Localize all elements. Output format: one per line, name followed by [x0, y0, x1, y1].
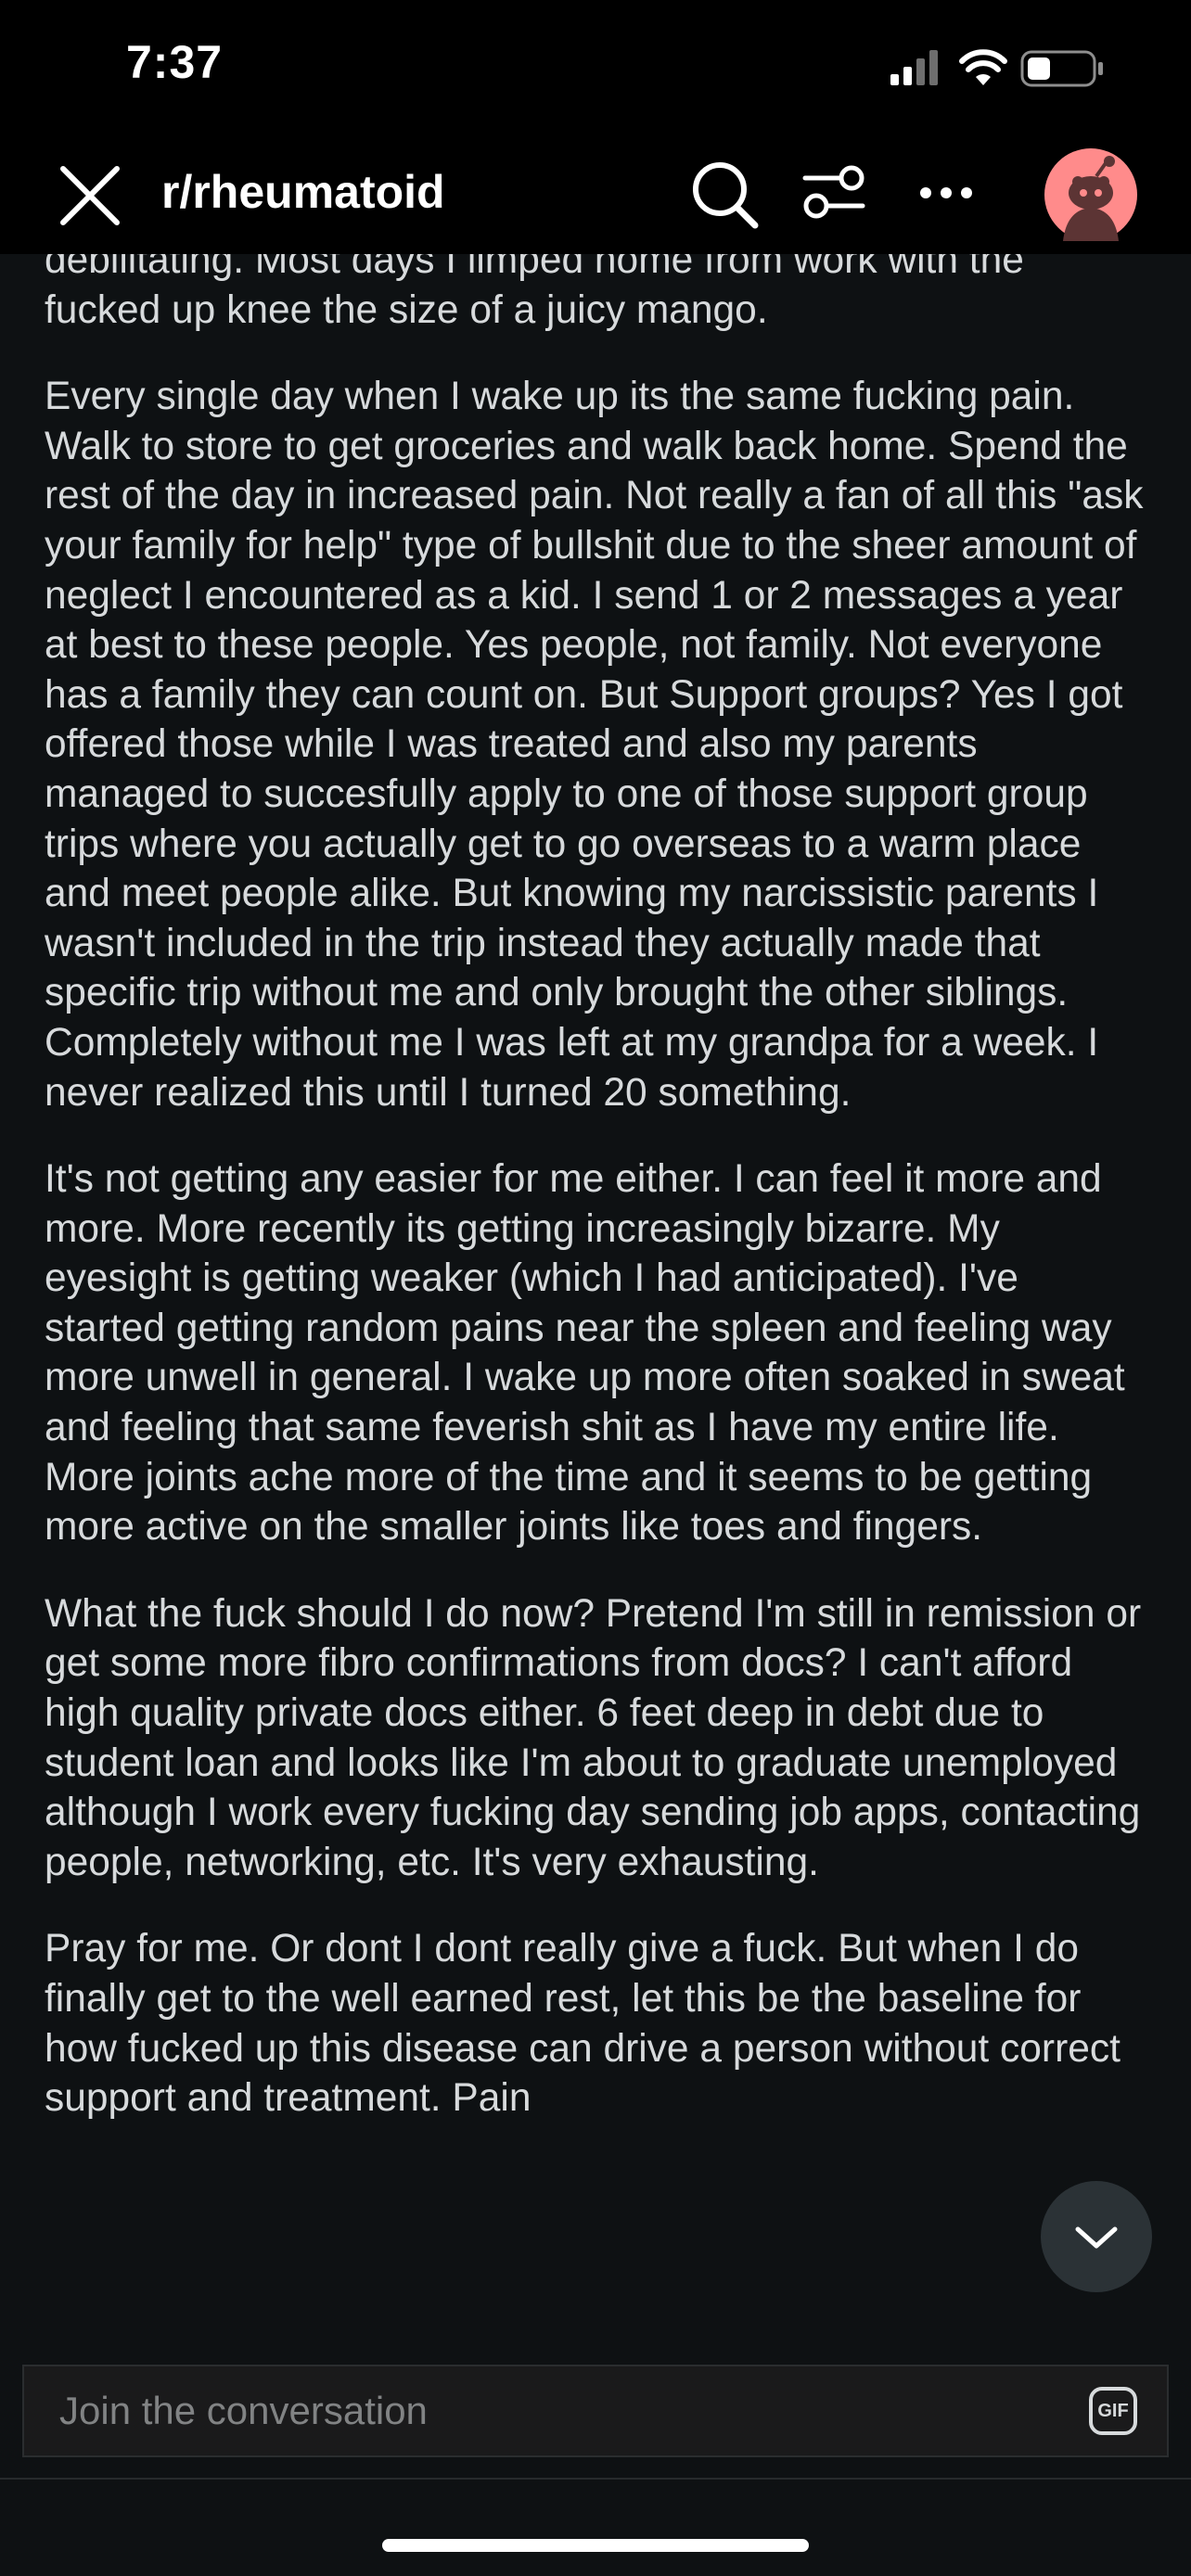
- more-icon[interactable]: [918, 182, 974, 204]
- battery-icon: [1020, 50, 1103, 87]
- gif-button[interactable]: GIF: [1089, 2387, 1137, 2435]
- close-icon[interactable]: [58, 163, 122, 228]
- search-icon[interactable]: [688, 158, 761, 232]
- post-paragraph: Every single day when I wake up its the …: [45, 375, 1144, 1115]
- home-indicator[interactable]: [382, 2539, 809, 2552]
- avatar[interactable]: [1044, 148, 1137, 241]
- post-body: debilitating. Most days I limped home fr…: [0, 254, 1191, 2329]
- text-fade: [0, 2292, 1191, 2329]
- status-bar: 7:37: [0, 0, 1191, 139]
- comment-composer-area: Join the conversation GIF: [0, 2329, 1191, 2576]
- subreddit-header: r/rheumatoid: [0, 139, 1191, 254]
- chevron-down-icon: [1075, 2226, 1118, 2249]
- wifi-icon: [959, 49, 1007, 85]
- comment-input[interactable]: Join the conversation GIF: [22, 2365, 1169, 2457]
- cellular-signal-icon: [890, 50, 938, 85]
- comment-placeholder: Join the conversation: [59, 2389, 428, 2432]
- scroll-down-button[interactable]: [1041, 2181, 1152, 2292]
- status-time: 7:37: [126, 36, 224, 88]
- post-paragraph: debilitating. Most days I limped home fr…: [45, 254, 1024, 332]
- subreddit-name[interactable]: r/rheumatoid: [161, 165, 445, 219]
- post-paragraph: What the fuck should I do now? Pretend I…: [45, 1591, 1142, 1884]
- post-paragraph: Pray for me. Or dont I dont really give …: [45, 1927, 1121, 2121]
- post-paragraph: It's not getting any easier for me eithe…: [45, 1157, 1125, 1549]
- divider: [0, 2478, 1191, 2480]
- status-icons: [890, 49, 1103, 87]
- filter-icon[interactable]: [801, 159, 866, 224]
